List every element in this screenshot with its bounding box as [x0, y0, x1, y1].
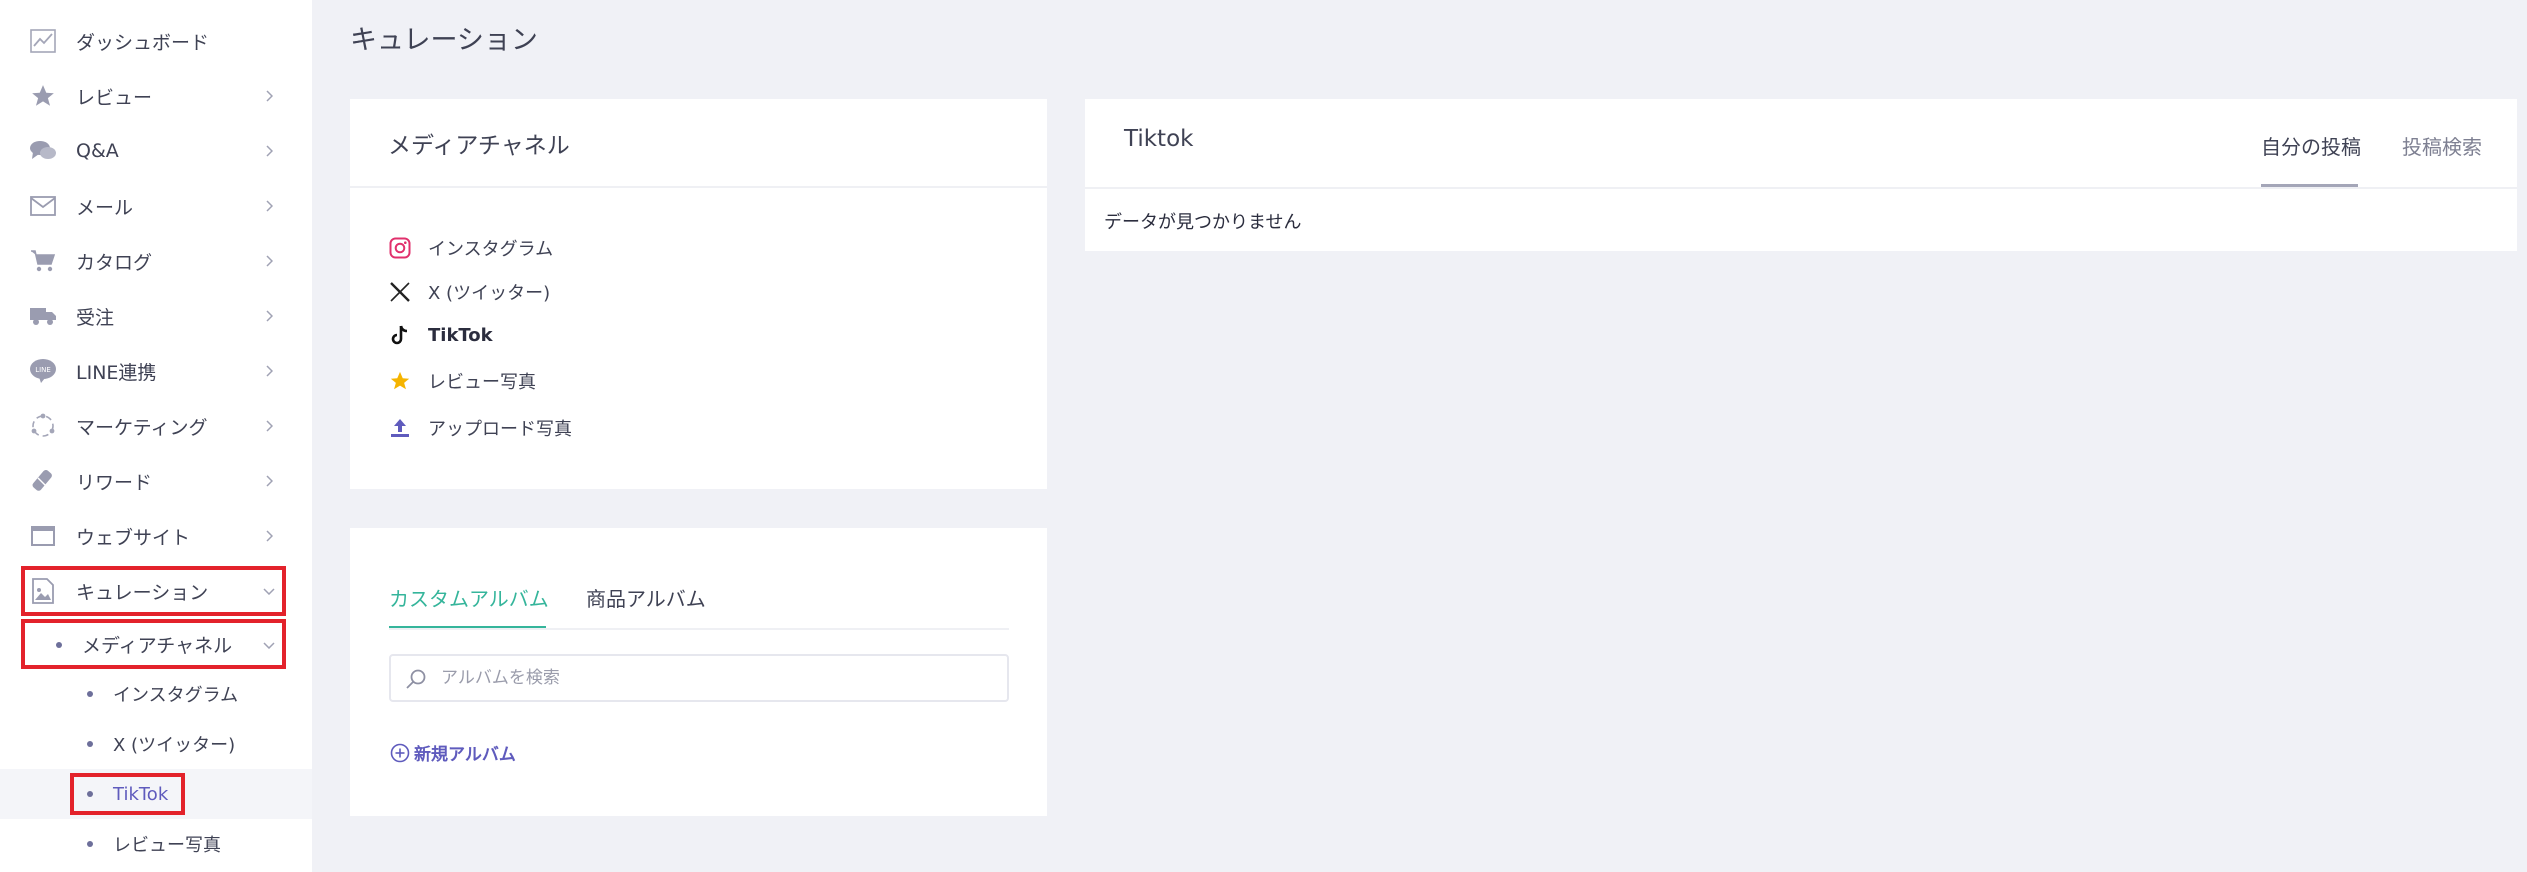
sidebar-item-mail[interactable]: メール — [0, 179, 312, 233]
channel-tiktok[interactable]: TikTok — [388, 320, 493, 350]
channel-x[interactable]: X (ツイッター) — [388, 277, 550, 307]
channel-review-photo[interactable]: レビュー写真 — [388, 366, 536, 396]
album-search-field[interactable] — [389, 654, 1009, 702]
search-icon — [405, 668, 427, 694]
sidebar-item-label: LINE連携 — [76, 361, 157, 384]
dashboard-chart-icon — [28, 26, 58, 56]
chevron-right-icon — [262, 474, 276, 488]
marketing-icon — [28, 411, 58, 441]
reward-icon — [28, 466, 58, 496]
svg-text:LINE: LINE — [35, 366, 51, 374]
bullet-icon — [87, 841, 93, 847]
channel-label: アップロード写真 — [428, 419, 572, 440]
highlight-box — [21, 566, 286, 616]
chat-bubbles-icon — [28, 136, 58, 166]
divider — [1085, 187, 2517, 189]
sidebar-item-review[interactable]: レビュー — [0, 69, 312, 123]
album-search-input[interactable] — [441, 664, 981, 692]
page-title: キュレーション — [350, 25, 538, 56]
sidebar-subitem-label: X (ツイッター) — [113, 735, 236, 756]
divider — [350, 186, 1047, 188]
star-icon — [388, 369, 412, 393]
tiktok-card: Tiktok 自分の投稿 投稿検索 データが見つかりません — [1085, 99, 2517, 251]
bullet-icon — [87, 691, 93, 697]
empty-state-text: データが見つかりません — [1104, 212, 1302, 233]
tab-product-album[interactable]: 商品アルバム — [586, 583, 706, 612]
chevron-right-icon — [262, 529, 276, 543]
sidebar-item-label: Q&A — [76, 140, 119, 162]
channel-upload-photo[interactable]: アップロード写真 — [388, 413, 572, 443]
sidebar-item-qa[interactable]: Q&A — [0, 124, 312, 178]
highlight-box — [21, 619, 286, 669]
tiktok-icon — [388, 323, 412, 347]
sidebar-item-label: メール — [76, 196, 134, 219]
envelope-icon — [28, 191, 58, 221]
sidebar-item-reward[interactable]: リワード — [0, 454, 312, 508]
truck-icon — [28, 301, 58, 331]
sidebar-item-website[interactable]: ウェブサイト — [0, 509, 312, 563]
cart-icon — [28, 246, 58, 276]
sidebar-subitem-label: レビュー写真 — [113, 835, 221, 856]
new-album-button[interactable]: 新規アルバム — [390, 740, 516, 765]
card-title: Tiktok — [1124, 126, 1194, 152]
chevron-right-icon — [262, 144, 276, 158]
sidebar-item-dashboard[interactable]: ダッシュボード — [0, 14, 312, 68]
sidebar-item-label: ダッシュボード — [76, 31, 210, 54]
sidebar-item-orders[interactable]: 受注 — [0, 289, 312, 343]
star-icon — [28, 81, 58, 111]
chevron-right-icon — [262, 89, 276, 103]
highlight-box — [70, 773, 185, 815]
sidebar: ダッシュボード レビュー Q&A メール カタログ 受注 LINE LINE連携… — [0, 0, 312, 872]
sidebar-item-label: リワード — [76, 471, 153, 494]
chevron-right-icon — [262, 199, 276, 213]
sidebar-subitem-label: インスタグラム — [113, 685, 239, 706]
tab-my-posts[interactable]: 自分の投稿 — [2261, 131, 2361, 160]
card-title: メディアチャネル — [388, 133, 570, 159]
line-icon: LINE — [28, 356, 58, 386]
sidebar-item-label: マーケティング — [76, 416, 208, 439]
sidebar-item-label: 受注 — [76, 306, 115, 329]
channel-label: レビュー写真 — [428, 372, 536, 393]
chevron-right-icon — [262, 254, 276, 268]
channel-instagram[interactable]: インスタグラム — [388, 233, 553, 263]
new-album-label: 新規アルバム — [414, 745, 516, 765]
sidebar-subitem-x[interactable]: X (ツイッター) — [0, 719, 312, 769]
channel-label: TikTok — [428, 324, 493, 346]
chevron-right-icon — [262, 419, 276, 433]
sidebar-item-label: ウェブサイト — [76, 526, 191, 549]
tab-custom-album[interactable]: カスタムアルバム — [389, 583, 549, 612]
sidebar-subitem-review-photo[interactable]: レビュー写真 — [0, 819, 312, 869]
sidebar-item-label: レビュー — [76, 86, 153, 109]
channel-label: X (ツイッター) — [428, 283, 551, 304]
channel-label: インスタグラム — [428, 239, 554, 260]
bullet-icon — [87, 741, 93, 747]
sidebar-item-label: カタログ — [76, 251, 153, 274]
plus-circle-icon — [390, 743, 410, 763]
chevron-right-icon — [262, 309, 276, 323]
upload-icon — [388, 416, 412, 440]
sidebar-item-marketing[interactable]: マーケティング — [0, 399, 312, 453]
tabs-divider — [389, 628, 1009, 630]
tab-post-search[interactable]: 投稿検索 — [2402, 131, 2482, 160]
x-logo-icon — [388, 280, 412, 304]
browser-window-icon — [28, 521, 58, 551]
sidebar-item-line[interactable]: LINE LINE連携 — [0, 344, 312, 398]
instagram-icon — [388, 236, 412, 260]
sidebar-subitem-instagram[interactable]: インスタグラム — [0, 669, 312, 719]
chevron-right-icon — [262, 364, 276, 378]
sidebar-item-catalog[interactable]: カタログ — [0, 234, 312, 288]
